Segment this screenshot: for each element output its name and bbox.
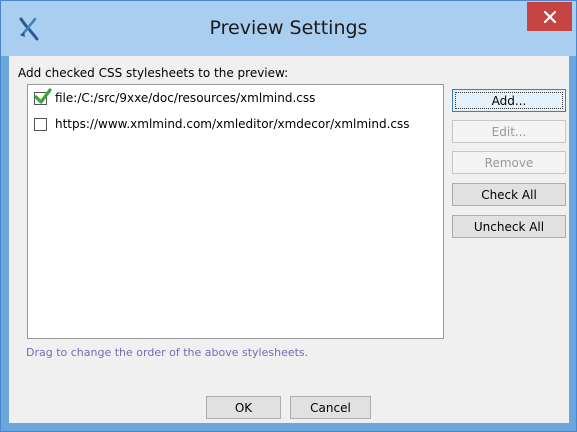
ok-button-label: OK <box>234 400 253 415</box>
checkmark-icon <box>34 87 52 108</box>
close-button[interactable] <box>527 2 572 31</box>
close-icon <box>543 10 556 23</box>
ok-button[interactable]: OK <box>206 396 281 419</box>
add-button[interactable]: Add... <box>452 89 566 112</box>
stylesheet-1-label: file:/C:/src/9xxe/doc/resources/xmlmind.… <box>55 91 316 105</box>
title-bar[interactable]: Preview Settings <box>1 1 576 56</box>
remove-button[interactable]: Remove <box>452 151 566 174</box>
check-all-button-label: Check All <box>481 187 537 202</box>
drag-hint-text: Drag to change the order of the above st… <box>26 346 309 359</box>
edit-button[interactable]: Edit... <box>452 120 566 143</box>
stylesheet-1-checkbox[interactable] <box>34 87 52 105</box>
list-item-stylesheet-1[interactable]: file:/C:/src/9xxe/doc/resources/xmlmind.… <box>32 87 444 109</box>
edit-button-label: Edit... <box>491 124 527 139</box>
focus-ring <box>455 92 563 109</box>
stylesheet-list[interactable]: file:/C:/src/9xxe/doc/resources/xmlmind.… <box>27 84 444 339</box>
stylesheet-2-label: https://www.xmlmind.com/xmleditor/xmdeco… <box>55 117 410 131</box>
cancel-button-label: Cancel <box>310 400 351 415</box>
stylesheet-2-checkbox[interactable] <box>34 117 47 131</box>
uncheck-all-button[interactable]: Uncheck All <box>452 215 566 238</box>
window-title: Preview Settings <box>209 17 368 39</box>
uncheck-all-button-label: Uncheck All <box>473 219 545 234</box>
cancel-button[interactable]: Cancel <box>290 396 371 419</box>
remove-button-label: Remove <box>484 155 534 170</box>
check-all-button[interactable]: Check All <box>452 183 566 206</box>
list-item-stylesheet-2[interactable]: https://www.xmlmind.com/xmleditor/xmdeco… <box>32 113 444 135</box>
instruction-label: Add checked CSS stylesheets to the previ… <box>18 66 289 80</box>
